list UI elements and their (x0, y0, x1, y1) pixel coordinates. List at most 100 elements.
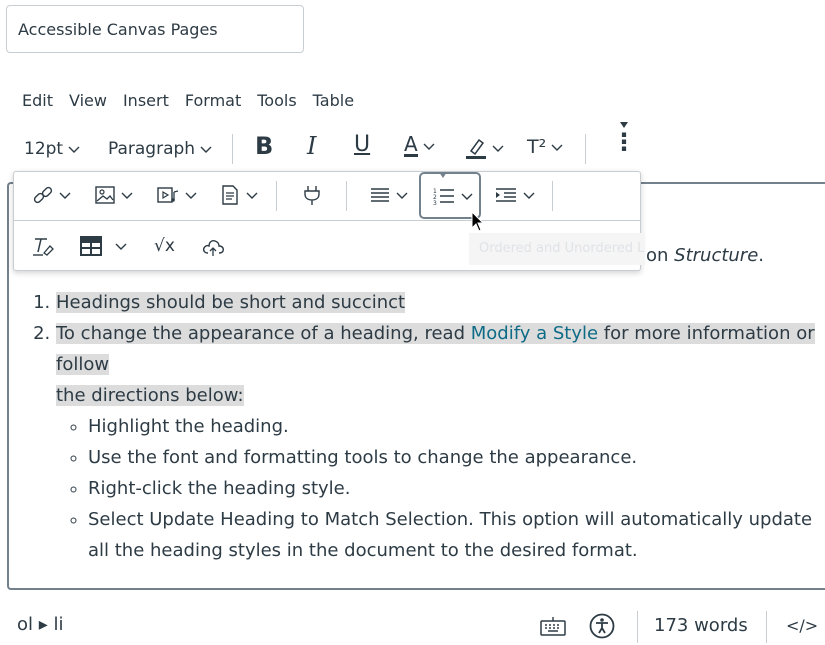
block-format-select[interactable]: Paragraph (108, 135, 212, 163)
font-size-select[interactable]: 12pt (24, 135, 80, 163)
equation-button[interactable]: √x (154, 236, 175, 256)
page-title-input[interactable] (6, 5, 304, 53)
sqrt-icon: √x (154, 236, 175, 256)
clear-formatting-button[interactable] (31, 236, 55, 258)
document-button[interactable] (219, 184, 258, 206)
bullet-item: Select Update Heading to Match Selection… (88, 504, 825, 566)
bullet-list: Highlight the heading. Use the font and … (56, 411, 825, 566)
more-icon: ⋮ (612, 128, 636, 156)
lists-tooltip: Ordered and Unordered Lists (469, 233, 645, 265)
media-icon (157, 187, 179, 203)
underline-button[interactable]: U (354, 132, 370, 157)
italic-icon: I (307, 132, 317, 160)
plug-icon (304, 186, 320, 205)
toolbar-separator (585, 134, 586, 164)
font-size-value: 12pt (24, 139, 64, 159)
align-button[interactable] (369, 185, 408, 205)
chevron-down-icon (423, 143, 435, 150)
popup-divider (13, 220, 641, 221)
bullet-item: Highlight the heading. (88, 411, 825, 442)
list-item-text: To change the appearance of a heading, r… (56, 323, 815, 375)
align-left-icon (371, 188, 389, 202)
mouse-cursor-icon (471, 211, 485, 232)
indent-button[interactable] (494, 185, 535, 205)
table-button[interactable] (79, 235, 127, 257)
modify-style-link[interactable]: Modify a Style (471, 323, 598, 344)
image-icon (95, 186, 115, 204)
indent-icon (496, 188, 516, 202)
svg-text:3: 3 (433, 200, 437, 207)
caret-down-icon (439, 172, 447, 178)
image-button[interactable] (94, 184, 133, 206)
toolbar-separator (552, 181, 553, 211)
chevron-down-icon (115, 243, 127, 250)
bullet-item: Use the font and formatting tools to cha… (88, 442, 825, 473)
chevron-down-icon (461, 193, 473, 200)
editor-menubar: Edit View Insert Format Tools Table (14, 88, 362, 114)
status-separator (637, 611, 638, 643)
chevron-down-icon (59, 192, 71, 199)
upload-cloud-button[interactable] (201, 236, 227, 258)
link-icon (33, 186, 53, 204)
list-item-text: Headings should be short and succinct (56, 292, 406, 313)
text-color-button[interactable]: A (404, 134, 435, 157)
toolbar-separator (346, 181, 347, 211)
clear-formatting-icon (33, 238, 54, 256)
cloud-icon (202, 240, 224, 256)
menu-format[interactable]: Format (177, 88, 249, 114)
keyboard-icon (540, 617, 566, 636)
chevron-down-icon (396, 192, 408, 199)
table-icon (80, 236, 102, 256)
bold-icon: B (255, 132, 274, 160)
link-button[interactable] (32, 184, 71, 206)
toolbar-separator (232, 134, 233, 164)
apps-plugin-button[interactable] (300, 183, 324, 207)
superscript-icon: T² (527, 136, 547, 158)
list-item: Headings should be short and succinct (56, 287, 825, 318)
chevron-down-icon (121, 192, 133, 199)
ordered-list-icon: 1 2 3 (433, 188, 454, 207)
text-color-icon: A (404, 132, 418, 157)
chevron-down-icon (523, 192, 535, 199)
bullet-item: Right-click the heading style. (88, 473, 825, 504)
menu-edit[interactable]: Edit (14, 88, 61, 114)
editor-content: Headings should be short and succinct To… (18, 287, 825, 566)
italic-button[interactable]: I (307, 132, 316, 160)
highlighter-icon (466, 138, 486, 159)
document-icon (222, 185, 238, 205)
element-path[interactable]: ol ▸ li (17, 614, 64, 635)
menu-tools[interactable]: Tools (249, 88, 304, 114)
html-editor-toggle[interactable]: </> (786, 616, 818, 635)
accessibility-icon (589, 613, 615, 639)
chevron-down-icon (492, 145, 504, 152)
more-tools-button[interactable]: ⋮ (612, 122, 636, 156)
menu-table[interactable]: Table (305, 88, 362, 114)
bold-button[interactable]: B (255, 132, 273, 160)
chevron-down-icon (68, 146, 80, 153)
chevron-down-icon (551, 144, 563, 151)
menu-view[interactable]: View (61, 88, 115, 114)
chevron-down-icon (246, 192, 258, 199)
menu-insert[interactable]: Insert (115, 88, 177, 114)
accessibility-checker-button[interactable] (589, 613, 615, 639)
block-format-value: Paragraph (108, 139, 196, 159)
list-item-text-line2: the directions below: (56, 385, 244, 406)
superscript-button[interactable]: T² (527, 136, 563, 158)
chevron-down-icon (200, 146, 212, 153)
structure-prefix: on (646, 245, 675, 266)
list-item: To change the appearance of a heading, r… (56, 318, 825, 566)
highlight-color-button[interactable] (465, 136, 504, 160)
media-button[interactable] (156, 184, 197, 206)
word-count[interactable]: 173 words (654, 615, 748, 636)
toolbar-separator (276, 181, 277, 211)
text-before-link: To change the appearance of a heading, r… (56, 323, 471, 344)
underline-icon: U (354, 132, 371, 157)
structure-italic: Structure (674, 245, 759, 266)
ordered-list: Headings should be short and succinct To… (18, 287, 825, 566)
status-separator (766, 611, 767, 643)
structure-line: on Structure. (646, 240, 764, 271)
keyboard-shortcuts-button[interactable] (540, 616, 566, 638)
lists-button-content: 1 2 3 (432, 185, 473, 207)
structure-suffix: . (758, 245, 765, 266)
chevron-down-icon (185, 192, 197, 199)
